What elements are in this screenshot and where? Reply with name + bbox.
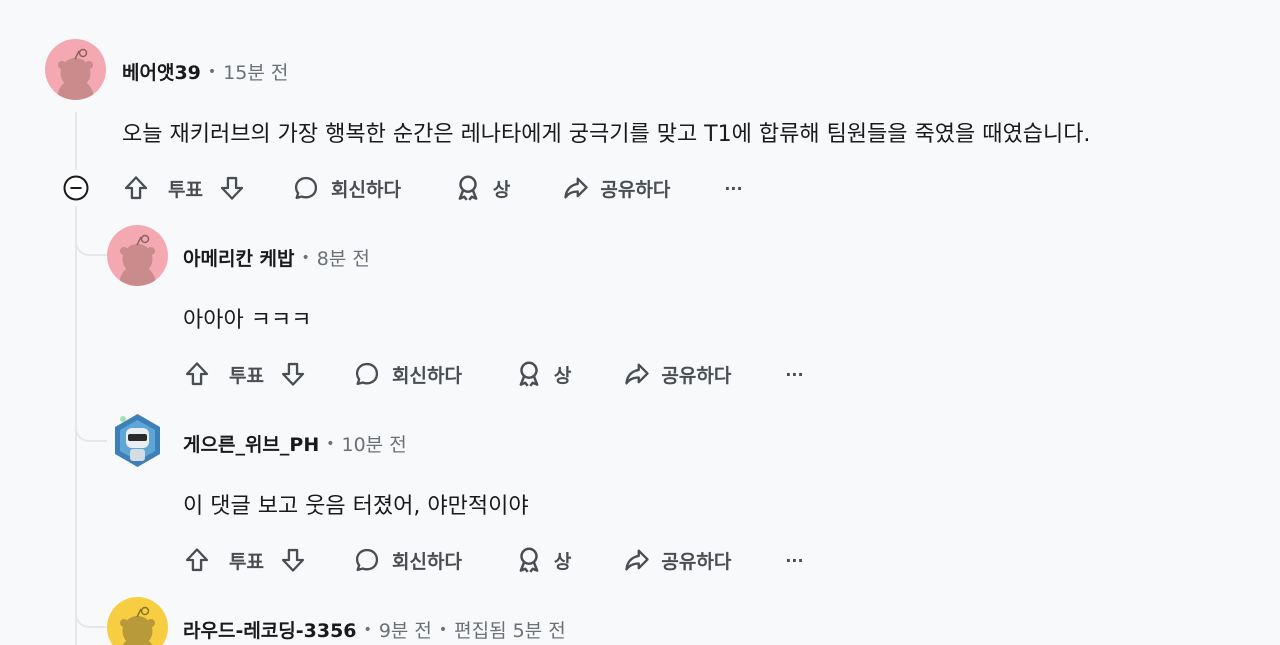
speech-bubble-icon xyxy=(294,176,318,200)
downvote-button[interactable] xyxy=(218,174,250,202)
arrow-down-icon xyxy=(281,548,305,572)
share-icon xyxy=(625,549,650,571)
arrow-up-icon xyxy=(185,362,209,386)
comment-body: 오늘 재키러브의 가장 행복한 순간은 레나타에게 궁극기를 맞고 T1에 합류… xyxy=(122,122,1091,147)
share-icon xyxy=(564,177,589,199)
thread-elbow xyxy=(75,606,107,628)
separator-dot: • xyxy=(301,249,310,266)
award-button[interactable]: 상 xyxy=(514,359,571,389)
share-icon xyxy=(625,363,650,385)
comment-time[interactable]: 8분 전 xyxy=(317,244,370,271)
snoo-avatar-pink[interactable] xyxy=(107,225,168,286)
share-button[interactable]: 공유하다 xyxy=(562,174,670,202)
reply-button[interactable]: 회신하다 xyxy=(292,174,401,202)
more-options-button[interactable]: ··· xyxy=(724,179,742,198)
award-icon xyxy=(519,361,539,387)
arrow-down-icon xyxy=(220,176,244,200)
reply-button[interactable]: 회신하다 xyxy=(353,546,462,574)
award-label: 상 xyxy=(492,178,511,201)
downvote-button[interactable] xyxy=(279,360,311,388)
award-label: 상 xyxy=(553,550,572,573)
comment-author[interactable]: 아메리칸 케밥 xyxy=(183,244,295,271)
separator-dot: • xyxy=(326,435,335,452)
comment-author[interactable]: 라우드-레코딩-3356 xyxy=(183,616,357,643)
thread-elbow xyxy=(75,234,107,256)
comment-time[interactable]: 15분 전 xyxy=(223,58,288,85)
award-icon xyxy=(519,547,539,573)
robot-avatar-blue[interactable] xyxy=(107,410,168,471)
upvote-button[interactable] xyxy=(183,546,215,574)
reply-label: 회신하다 xyxy=(392,550,462,573)
share-label: 공유하다 xyxy=(661,550,732,573)
arrow-up-icon xyxy=(185,548,209,572)
comment-author[interactable]: 게으른_위브_PH xyxy=(183,430,319,457)
award-label: 상 xyxy=(553,364,572,387)
collapse-icon[interactable] xyxy=(62,174,90,202)
award-icon xyxy=(458,175,478,201)
upvote-button[interactable] xyxy=(183,360,215,388)
reply-label: 회신하다 xyxy=(331,178,401,201)
speech-bubble-icon xyxy=(355,362,379,386)
downvote-button[interactable] xyxy=(279,546,311,574)
speech-bubble-icon xyxy=(355,548,379,572)
thread-line-root xyxy=(75,112,77,170)
upvote-button[interactable] xyxy=(122,174,154,202)
reply-label: 회신하다 xyxy=(392,364,462,387)
share-label: 공유하다 xyxy=(600,178,671,201)
edited-label: 편집됨 5분 전 xyxy=(454,620,566,642)
comment-time[interactable]: 10분 전 xyxy=(342,430,407,457)
vote-label: 투표 xyxy=(229,550,264,573)
more-options-button[interactable]: ··· xyxy=(785,365,803,384)
vote-label: 투표 xyxy=(168,178,203,201)
reply-button[interactable]: 회신하다 xyxy=(353,360,462,388)
thread-elbow xyxy=(75,420,107,442)
comment-actions: 투표 회신하다 상 공유하다 ··· xyxy=(183,356,804,392)
award-button[interactable]: 상 xyxy=(514,545,571,575)
share-label: 공유하다 xyxy=(661,364,732,387)
more-options-button[interactable]: ··· xyxy=(785,551,803,570)
arrow-down-icon xyxy=(281,362,305,386)
comment-time[interactable]: 9분 전 xyxy=(379,616,432,643)
snoo-avatar-yellow[interactable] xyxy=(107,597,168,645)
separator-dot: • xyxy=(207,63,217,80)
vote-label: 투표 xyxy=(229,364,264,387)
arrow-up-icon xyxy=(124,176,148,200)
share-button[interactable]: 공유하다 xyxy=(623,360,731,388)
snoo-avatar-pink[interactable] xyxy=(45,39,106,100)
award-button[interactable]: 상 xyxy=(453,173,510,203)
comment-body: 이 댓글 보고 웃음 터졌어, 야만적이야 xyxy=(183,494,529,519)
separator-dot: • xyxy=(363,621,372,638)
share-button[interactable]: 공유하다 xyxy=(623,546,731,574)
separator-dot: • xyxy=(438,621,448,638)
comment-author[interactable]: 베어앳39 xyxy=(122,58,201,85)
comment-actions: 투표 회신하다 상 공유하다 ··· xyxy=(122,170,743,206)
comment-actions: 투표 회신하다 상 공유하다 ··· xyxy=(183,542,804,578)
comment-body: 아아아 ㅋㅋㅋ xyxy=(183,308,312,333)
